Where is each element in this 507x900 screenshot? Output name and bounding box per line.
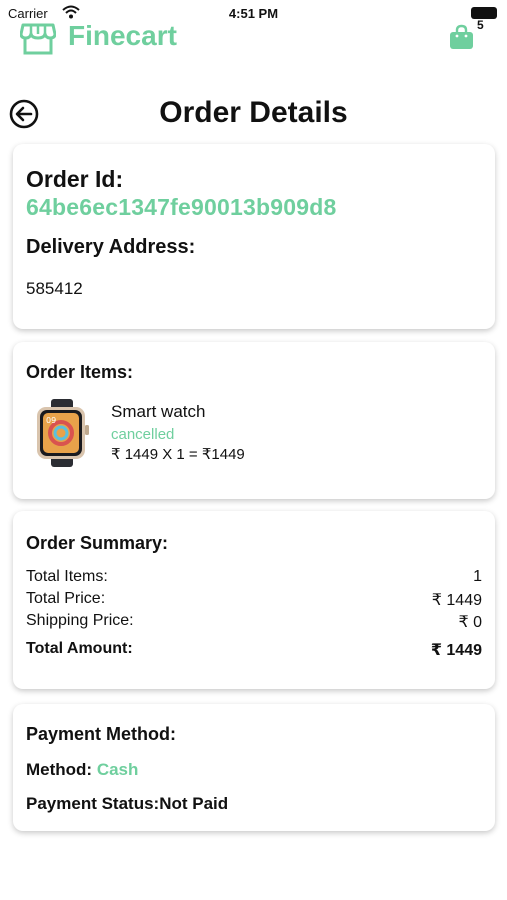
payment-status-value: Not Paid — [159, 794, 229, 813]
title-row: Order Details — [0, 92, 507, 136]
svg-text:09: 09 — [46, 416, 56, 425]
page-title: Order Details — [159, 96, 348, 129]
payment-status-row: Payment Status:Not Paid — [26, 794, 228, 814]
order-id-value: 64be6ec1347fe90013b909d8 — [26, 194, 337, 220]
payment-card: Payment Method: Method: Cash Payment Sta… — [13, 704, 495, 831]
payment-method-label: Payment Method: — [26, 724, 177, 744]
order-items-card: Order Items: 09 Smart watch cancelled ₹ … — [13, 342, 495, 499]
item-status: cancelled — [111, 426, 175, 443]
total-price-value: ₹ 1449 — [431, 592, 482, 609]
order-id-label: Order Id: — [26, 166, 124, 192]
store-icon — [20, 23, 56, 55]
order-summary-label: Order Summary: — [26, 533, 169, 553]
total-amount-value: ₹ 1449 — [430, 642, 482, 659]
item-price-calc: ₹ 1449 X 1 = ₹1449 — [111, 446, 245, 463]
item-name: Smart watch — [111, 402, 206, 421]
method-label: Method: — [26, 760, 97, 779]
smartwatch-image: 09 — [37, 399, 89, 467]
payment-status-label: Payment Status: — [26, 794, 160, 813]
shipping-price-label: Shipping Price: — [26, 612, 134, 629]
total-items-value: 1 — [473, 568, 482, 585]
delivery-address-value: 585412 — [26, 279, 83, 298]
brand-name: Finecart — [68, 20, 177, 51]
app-header: Finecart 5 — [0, 18, 507, 58]
order-items-label: Order Items: — [26, 362, 134, 382]
total-price-label: Total Price: — [26, 590, 106, 607]
total-items-label: Total Items: — [26, 568, 108, 585]
cart-badge: 5 — [477, 18, 484, 32]
shipping-price-value: ₹ 0 — [458, 614, 482, 631]
order-summary-card: Order Summary: Total Items: 1 Total Pric… — [13, 511, 495, 689]
order-info-card: Order Id: 64be6ec1347fe90013b909d8 Deliv… — [13, 144, 495, 329]
method-value: Cash — [96, 760, 139, 779]
shopping-bag-icon[interactable] — [449, 24, 474, 50]
method-row: Method: Cash — [26, 760, 138, 780]
total-amount-label: Total Amount: — [26, 640, 133, 657]
delivery-address-label: Delivery Address: — [26, 236, 196, 258]
